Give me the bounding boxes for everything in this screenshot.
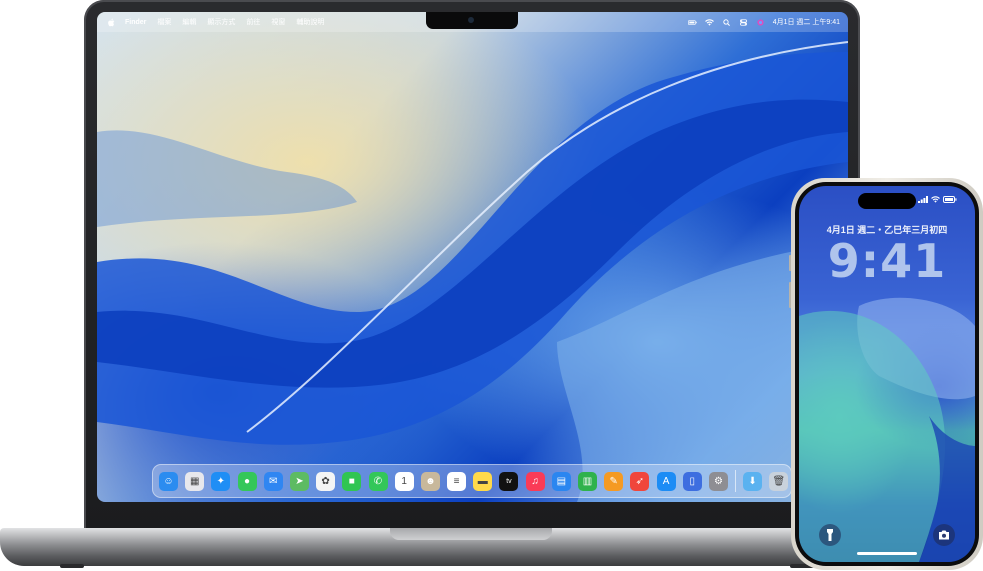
iphone-bezel: 4月1日 週二・乙巳年三月初四 9:41 xyxy=(795,182,979,566)
cellular-signal-icon xyxy=(918,196,928,203)
messages-icon[interactable]: ● xyxy=(237,471,257,491)
menu-window[interactable]: 視窗 xyxy=(271,17,285,27)
dynamic-island xyxy=(858,193,916,209)
battery-icon[interactable] xyxy=(687,19,697,26)
maps-icon[interactable]: ➤ xyxy=(289,471,309,491)
wifi-icon xyxy=(931,196,940,203)
camera-button[interactable] xyxy=(933,524,955,546)
notes-icon[interactable]: ▬ xyxy=(473,471,493,491)
menu-status-area: 4月1日 週二 上午9:41 xyxy=(687,12,840,32)
camera-notch xyxy=(426,12,518,29)
mac-desktop[interactable]: Finder 檔案 編輯 顯示方式 前往 視窗 輔助說明 4月1日 週二 上午9… xyxy=(97,12,848,502)
flashlight-button[interactable] xyxy=(819,524,841,546)
menu-clock[interactable]: 4月1日 週二 上午9:41 xyxy=(773,17,840,27)
iphone-lock-screen[interactable]: 4月1日 週二・乙巳年三月初四 9:41 xyxy=(799,186,975,562)
camera-icon xyxy=(939,530,949,540)
photos-icon[interactable]: ✿ xyxy=(316,471,336,491)
camera-lens xyxy=(468,17,474,23)
dock: ☺ ▦ ✦ ● ✉ ➤ ✿ ■ ✆ 1 ☻ ≡ ▬ tv ♫ ▤ ▥ ✎ ➶ A ▯ ⚙ ⬇ 🗑 xyxy=(152,464,792,498)
wallpaper-waves xyxy=(97,41,848,502)
lid-opening-groove xyxy=(390,528,552,540)
menu-file[interactable]: 檔案 xyxy=(157,17,171,27)
home-indicator[interactable] xyxy=(857,552,917,555)
music-icon[interactable]: ♫ xyxy=(525,471,545,491)
siri-icon[interactable] xyxy=(756,18,765,26)
iphone-mirroring-icon[interactable]: ▯ xyxy=(682,471,702,491)
menu-finder[interactable]: Finder xyxy=(125,19,146,26)
mail-icon[interactable]: ✉ xyxy=(263,471,283,491)
reminders-icon[interactable]: ≡ xyxy=(447,471,467,491)
apple-logo-icon[interactable] xyxy=(107,18,115,27)
finder-icon[interactable]: ☺ xyxy=(159,471,178,491)
menu-edit[interactable]: 編輯 xyxy=(182,17,196,27)
lock-screen-time: 9:41 xyxy=(827,234,947,288)
iphone-frame: 4月1日 週二・乙巳年三月初四 9:41 xyxy=(791,178,983,570)
macbook-foot xyxy=(60,564,84,568)
contacts-icon[interactable]: ☻ xyxy=(420,471,440,491)
trash-icon[interactable]: 🗑 xyxy=(769,471,789,491)
menu-view[interactable]: 顯示方式 xyxy=(207,17,235,27)
app-store-icon[interactable]: A xyxy=(656,471,676,491)
calendar-icon[interactable]: 1 xyxy=(394,471,414,491)
keynote-icon[interactable]: ▤ xyxy=(551,471,571,491)
system-settings-icon[interactable]: ⚙ xyxy=(708,471,728,491)
safari-icon[interactable]: ✦ xyxy=(211,471,231,491)
apple-tv-icon[interactable]: tv xyxy=(499,471,519,491)
downloads-folder-icon[interactable]: ⬇ xyxy=(743,471,763,491)
iphone-status-bar xyxy=(918,196,957,203)
menu-go[interactable]: 前往 xyxy=(246,17,260,27)
battery-icon xyxy=(943,196,957,203)
launchpad-icon[interactable]: ▦ xyxy=(185,471,205,491)
flashlight-icon xyxy=(827,529,833,541)
numbers-icon[interactable]: ▥ xyxy=(578,471,597,491)
spotlight-search-icon[interactable] xyxy=(722,18,731,26)
pages-icon[interactable]: ✎ xyxy=(604,471,624,491)
wifi-icon[interactable] xyxy=(704,18,714,26)
menu-help[interactable]: 輔助說明 xyxy=(296,17,324,27)
phone-icon[interactable]: ✆ xyxy=(368,471,388,491)
facetime-icon[interactable]: ■ xyxy=(342,471,362,491)
control-center-icon[interactable] xyxy=(739,18,748,26)
dock-separator xyxy=(735,470,737,492)
macbook-base xyxy=(0,528,864,566)
app-launcher-icon[interactable]: ➶ xyxy=(630,471,650,491)
